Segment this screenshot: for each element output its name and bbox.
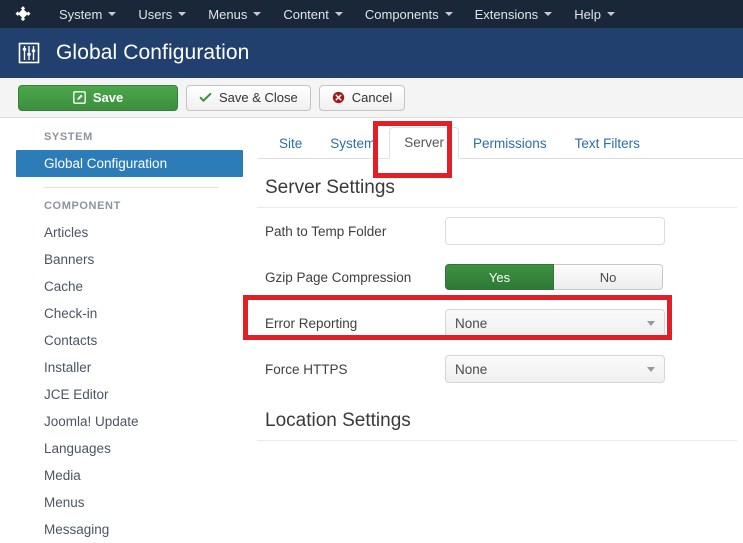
- form-row-temp-folder: Path to Temp Folder: [257, 208, 743, 254]
- page-title: Global Configuration: [56, 41, 250, 64]
- sidebar-heading-component: COMPONENT: [44, 200, 121, 212]
- chevron-down-icon: [334, 12, 343, 16]
- chevron-down-icon: [108, 12, 117, 16]
- force-https-value: None: [455, 361, 488, 377]
- error-reporting-value: None: [455, 315, 488, 331]
- chevron-down-icon: [253, 12, 262, 16]
- error-reporting-select[interactable]: None: [445, 309, 665, 337]
- topmenu-label: System: [59, 6, 103, 22]
- circle-x-icon: [332, 91, 345, 104]
- settings-tab-bar: Site System Server Permissions Text Filt…: [257, 119, 743, 159]
- admin-top-menu-bar: System Users Menus Content Components Ex…: [0, 0, 743, 28]
- sidebar-item-menus[interactable]: Menus: [0, 489, 249, 516]
- joomla-logo-icon[interactable]: [12, 3, 34, 25]
- topmenu-item-content[interactable]: Content: [272, 0, 354, 28]
- topmenu-item-system[interactable]: System: [48, 0, 127, 28]
- sidebar-item-banners[interactable]: Banners: [0, 246, 249, 273]
- sidebar-item-jce-editor[interactable]: JCE Editor: [0, 381, 249, 408]
- gzip-toggle-group: Yes No: [445, 264, 663, 290]
- sidebar-item-cache[interactable]: Cache: [0, 273, 249, 300]
- pencil-square-icon: [72, 91, 86, 104]
- chevron-down-icon: [444, 12, 453, 16]
- sidebar-heading-system: SYSTEM: [44, 131, 93, 143]
- sidebar-item-contacts[interactable]: Contacts: [0, 327, 249, 354]
- topmenu-item-extensions[interactable]: Extensions: [464, 0, 564, 28]
- tab-server[interactable]: Server: [389, 127, 460, 159]
- sidebar-divider: [44, 187, 219, 188]
- topmenu-item-users[interactable]: Users: [127, 0, 197, 28]
- save-button-label: Save: [92, 90, 124, 105]
- form-row-gzip-compression: Gzip Page Compression Yes No: [257, 254, 743, 300]
- action-toolbar: Save Save & Close Cancel: [0, 78, 743, 118]
- sidebar-item-articles[interactable]: Articles: [0, 219, 249, 246]
- location-settings-heading: Location Settings: [257, 392, 737, 441]
- chevron-down-icon: [544, 12, 553, 16]
- sidebar-item-languages[interactable]: Languages: [0, 435, 249, 462]
- cancel-button[interactable]: Cancel: [318, 84, 406, 111]
- main-content-panel: Site System Server Permissions Text Filt…: [249, 119, 743, 507]
- sidebar-item-media[interactable]: Media: [0, 462, 249, 489]
- save-button[interactable]: Save: [18, 84, 178, 111]
- sidebar-item-global-configuration[interactable]: Global Configuration: [16, 150, 243, 177]
- topmenu-label: Extensions: [474, 6, 539, 22]
- cancel-button-label: Cancel: [351, 90, 393, 105]
- sidebar-item-installer[interactable]: Installer: [0, 354, 249, 381]
- form-row-force-https: Force HTTPS None: [257, 346, 743, 392]
- tab-system[interactable]: System: [316, 129, 389, 159]
- page-header-bar: Global Configuration: [0, 28, 743, 78]
- topmenu-item-help[interactable]: Help: [563, 0, 626, 28]
- temp-folder-input[interactable]: [445, 217, 665, 245]
- save-and-close-button[interactable]: Save & Close: [186, 84, 311, 111]
- server-settings-heading: Server Settings: [257, 159, 737, 208]
- check-icon: [199, 91, 212, 104]
- topmenu-label: Content: [283, 6, 329, 22]
- chevron-down-icon: [647, 320, 655, 326]
- topmenu-item-menus[interactable]: Menus: [197, 0, 272, 28]
- topmenu-label: Help: [574, 6, 601, 22]
- sliders-icon: [16, 40, 42, 66]
- error-reporting-label: Error Reporting: [265, 315, 358, 331]
- tab-permissions[interactable]: Permissions: [459, 129, 561, 159]
- sidebar-navigation: SYSTEM Global Configuration COMPONENT Ar…: [0, 119, 249, 537]
- topmenu-label: Users: [138, 6, 173, 22]
- sidebar-item-check-in[interactable]: Check-in: [0, 300, 249, 327]
- sidebar-item-joomla-update[interactable]: Joomla! Update: [0, 408, 249, 435]
- sidebar-item-label: Global Configuration: [44, 156, 168, 171]
- chevron-down-icon: [178, 12, 187, 16]
- tab-text-filters[interactable]: Text Filters: [561, 129, 654, 159]
- temp-folder-label: Path to Temp Folder: [265, 223, 387, 239]
- force-https-label: Force HTTPS: [265, 361, 348, 377]
- topmenu-label: Menus: [208, 6, 248, 22]
- gzip-no-button[interactable]: No: [554, 264, 663, 290]
- tab-site[interactable]: Site: [265, 129, 316, 159]
- gzip-yes-button[interactable]: Yes: [445, 264, 554, 290]
- force-https-select[interactable]: None: [445, 355, 665, 383]
- gzip-label: Gzip Page Compression: [265, 269, 412, 285]
- chevron-down-icon: [647, 366, 655, 372]
- topmenu-label: Components: [364, 6, 439, 22]
- sidebar-item-messaging[interactable]: Messaging: [0, 516, 249, 543]
- chevron-down-icon: [606, 12, 615, 16]
- form-row-error-reporting: Error Reporting None: [257, 300, 743, 346]
- save-and-close-label: Save & Close: [219, 90, 298, 105]
- topmenu-item-components[interactable]: Components: [354, 0, 464, 28]
